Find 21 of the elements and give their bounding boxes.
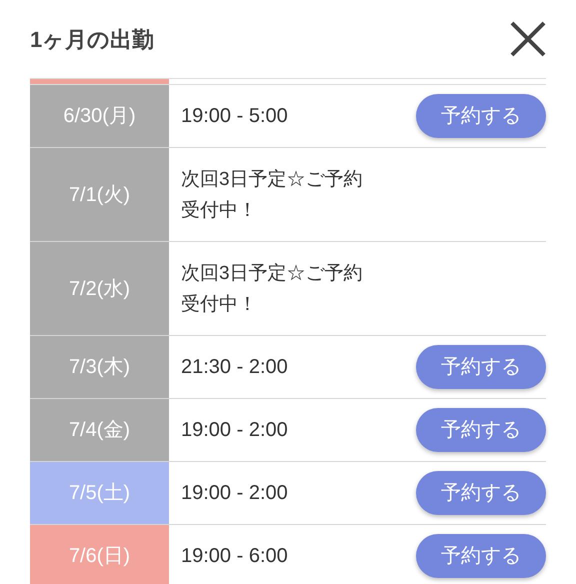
reserve-button[interactable]: 予約する: [416, 94, 546, 138]
date-cell: 7/6(日): [30, 525, 169, 584]
schedule-note: 次回3日予定☆ご予約受付中！: [181, 168, 364, 222]
dialog-title: 1ヶ月の出勤: [30, 26, 154, 54]
time-range: 19:00 - 5:00: [181, 104, 288, 129]
reserve-button[interactable]: 予約する: [416, 471, 546, 515]
time-range: 21:30 - 2:00: [181, 355, 288, 380]
date-cell: 6/30(月): [30, 85, 169, 147]
reserve-button[interactable]: 予約する: [416, 345, 546, 389]
date-cell: 7/2(水): [30, 242, 169, 335]
date-cell: 7/5(土): [30, 462, 169, 524]
time-range: 19:00 - 2:00: [181, 481, 288, 506]
time-range: 19:00 - 2:00: [181, 418, 288, 443]
date-cell: 7/4(金): [30, 399, 169, 461]
close-icon[interactable]: [510, 21, 546, 57]
schedule-note: 次回3日予定☆ご予約受付中！: [181, 262, 364, 316]
time-range: 19:00 - 6:00: [181, 544, 288, 569]
date-cell: 7/3(木): [30, 336, 169, 398]
reserve-button[interactable]: 予約する: [416, 534, 546, 578]
reserve-button[interactable]: 予約する: [416, 408, 546, 452]
date-cell: 7/1(火): [30, 148, 169, 241]
